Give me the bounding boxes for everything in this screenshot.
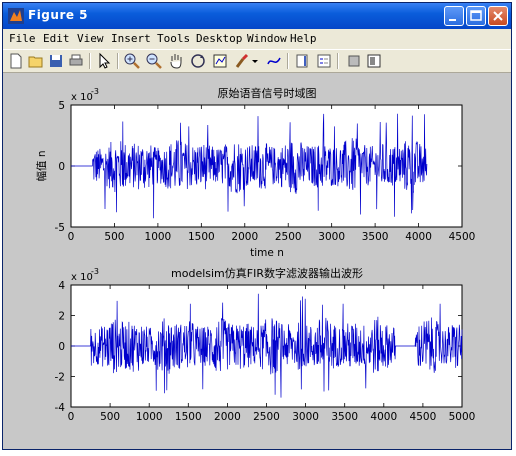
- brush-icon[interactable]: [233, 52, 251, 70]
- close-button[interactable]: [488, 6, 508, 26]
- y-tick-label: 0: [58, 161, 65, 173]
- y-tick-label: 4: [58, 280, 65, 292]
- x-tick-label: 5000: [449, 411, 476, 423]
- x-tick-label: 2500: [253, 411, 280, 423]
- x-tick-label: 500: [100, 411, 120, 423]
- print-icon[interactable]: [67, 52, 85, 70]
- menu-desktop[interactable]: Desktop: [196, 32, 242, 45]
- y-tick-label: -4: [55, 402, 66, 414]
- axes-1-xlabel: time n: [250, 247, 284, 259]
- y-tick-label: 2: [58, 311, 65, 323]
- zoom-in-icon[interactable]: [123, 52, 141, 70]
- colorbar-icon[interactable]: [293, 52, 311, 70]
- x-tick-label: 3500: [331, 411, 358, 423]
- menu-edit[interactable]: Edit: [43, 32, 70, 45]
- x-tick-label: 1000: [136, 411, 163, 423]
- menu-view[interactable]: View: [77, 32, 104, 45]
- brush-dropdown-icon[interactable]: [251, 52, 259, 70]
- close-icon: [493, 11, 503, 21]
- x-tick-label: 1000: [145, 231, 172, 243]
- x-tick-label: 1500: [188, 231, 215, 243]
- x-tick-label: 3000: [318, 231, 345, 243]
- x-tick-label: 3500: [362, 231, 389, 243]
- save-icon[interactable]: [47, 52, 65, 70]
- pan-hand-icon[interactable]: [167, 52, 185, 70]
- open-folder-icon[interactable]: [27, 52, 45, 70]
- x-tick-label: 4000: [405, 231, 432, 243]
- menu-insert[interactable]: Insert: [111, 32, 151, 45]
- title-bar[interactable]: Figure 5: [3, 3, 511, 29]
- x-tick-label: 0: [68, 411, 75, 423]
- menu-file[interactable]: File: [9, 32, 36, 45]
- show-plot-tools-icon[interactable]: [365, 52, 383, 70]
- x-tick-label: 2500: [275, 231, 302, 243]
- link-plot-icon[interactable]: [265, 52, 283, 70]
- x-tick-label: 0: [68, 231, 75, 243]
- axes-1-exponent: x 10: [71, 92, 93, 103]
- axes-1-ylabel: 幅值 n: [35, 151, 48, 182]
- x-tick-label: 2000: [231, 231, 258, 243]
- figure-window: Figure 5 File Edit View Insert Tools Des…: [2, 2, 512, 450]
- y-tick-label: 0: [58, 341, 65, 353]
- minimize-icon: [449, 19, 456, 21]
- y-tick-label: -5: [55, 222, 65, 234]
- hide-plot-tools-icon[interactable]: [345, 52, 363, 70]
- x-tick-label: 4000: [370, 411, 397, 423]
- data-cursor-icon[interactable]: [211, 52, 229, 70]
- x-tick-label: 4500: [410, 411, 437, 423]
- x-tick-label: 1500: [175, 411, 202, 423]
- x-tick-label: 500: [104, 231, 124, 243]
- y-tick-label: -2: [55, 372, 65, 384]
- menu-help[interactable]: Help: [290, 32, 317, 45]
- minimize-button[interactable]: [444, 6, 464, 26]
- maximize-button[interactable]: [466, 6, 486, 26]
- axes-2: 0 500 1000 1500 2000 2500 3000 3500 4000 4500 5000…: [55, 266, 476, 423]
- menu-bar: File Edit View Insert Tools Desktop Wind…: [3, 29, 511, 49]
- x-tick-label: 2000: [214, 411, 241, 423]
- toolbar-separator: [89, 53, 91, 69]
- legend-icon[interactable]: [315, 52, 333, 70]
- menu-tools[interactable]: Tools: [157, 32, 190, 45]
- y-tick-label: 5: [58, 100, 65, 112]
- toolbar-separator: [337, 53, 339, 69]
- toolbar-separator: [117, 53, 119, 69]
- rotate-3d-icon[interactable]: [189, 52, 207, 70]
- axes-2-title: modelsim仿真FIR数字滤波器输出波形: [171, 266, 363, 280]
- figure-canvas: 0 500 1000 1500 2000 2500 3000 3500 4000 4500 50-…: [3, 73, 511, 449]
- window-title: Figure 5: [28, 8, 89, 22]
- toolbar: [3, 49, 511, 73]
- axes-2-exponent: x 10: [71, 272, 93, 283]
- axes-1: 0 500 1000 1500 2000 2500 3000 3500 4000 4500 50-…: [35, 86, 475, 259]
- toolbar-separator: [287, 53, 289, 69]
- axes-2-exponent-power: -3: [91, 267, 99, 276]
- x-tick-label: 3000: [292, 411, 319, 423]
- arrow-select-icon[interactable]: [95, 52, 113, 70]
- axes-1-exponent-power: -3: [91, 87, 99, 96]
- new-file-icon[interactable]: [7, 52, 25, 70]
- figure-svg: 0 500 1000 1500 2000 2500 3000 3500 4000 4500 50-…: [35, 86, 476, 423]
- matlab-icon: [8, 8, 24, 24]
- x-tick-label: 4500: [449, 231, 476, 243]
- menu-window[interactable]: Window: [247, 32, 287, 45]
- zoom-out-icon[interactable]: [145, 52, 163, 70]
- axes-1-title: 原始语音信号时域图: [218, 86, 317, 100]
- maximize-icon: [470, 10, 482, 21]
